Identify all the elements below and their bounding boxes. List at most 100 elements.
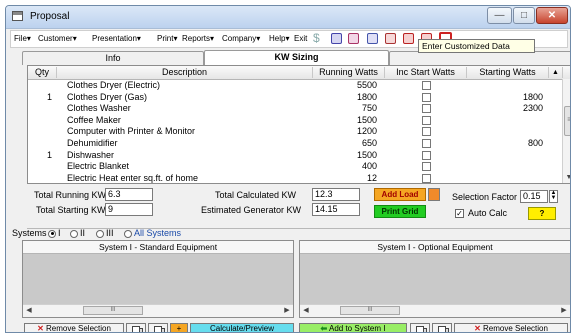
column-header-starting-watts[interactable]: Starting Watts <box>467 67 549 78</box>
inc-start-watts-checkbox[interactable] <box>422 104 431 114</box>
standard-equipment-panel: System I - Standard Equipment ◀ III ▶ <box>22 240 294 318</box>
table-row[interactable]: Clothes Dryer (Electric) 5500 <box>28 80 563 91</box>
column-header-description[interactable]: Description <box>57 67 313 78</box>
radio-icon[interactable] <box>124 229 132 238</box>
qty-cell: 1 <box>46 91 52 102</box>
remove-selection-left-button[interactable]: ✕ Remove Selection <box>24 323 124 332</box>
calculate-preview-button[interactable]: Calculate/Preview <box>190 323 294 332</box>
scroll-down-icon[interactable]: ▼ <box>563 172 570 183</box>
scroll-thumb[interactable]: III <box>83 306 143 315</box>
column-header-running-watts[interactable]: Running Watts <box>313 67 385 78</box>
document-icon[interactable] <box>367 33 378 44</box>
copy-icon[interactable] <box>410 323 430 332</box>
table-row[interactable]: Clothes Washer 750 2300 <box>28 103 563 114</box>
scroll-left-icon[interactable]: ◀ <box>301 305 311 316</box>
menu-file[interactable]: File▾ <box>14 34 31 43</box>
column-header-inc-start-watts[interactable]: Inc Start Watts <box>385 67 467 78</box>
table-row[interactable]: 1 Dishwasher 1500 <box>28 150 563 161</box>
inc-start-watts-checkbox[interactable] <box>422 173 431 183</box>
tab-kw-sizing[interactable]: KW Sizing <box>204 50 389 65</box>
export-icon[interactable] <box>403 33 414 44</box>
running-watts-cell: 5500 <box>356 80 377 90</box>
inc-start-watts-checkbox[interactable] <box>422 81 431 90</box>
menu-presentation[interactable]: Presentation▾ <box>92 34 141 43</box>
description-cell: Clothes Dryer (Electric) <box>67 80 161 90</box>
description-cell: Clothes Dryer (Gas) <box>67 91 148 102</box>
inc-start-watts-checkbox[interactable] <box>422 162 431 172</box>
total-starting-kw-label: Total Starting KW <box>36 205 106 215</box>
copy-icon[interactable] <box>126 323 146 332</box>
all-systems-radio[interactable]: All Systems <box>122 228 181 238</box>
color-swatch-button[interactable] <box>428 188 440 201</box>
menu-exit[interactable]: Exit <box>294 34 307 43</box>
menu-company[interactable]: Company▾ <box>222 34 260 43</box>
column-header-qty[interactable]: Qty <box>28 67 57 78</box>
selection-factor-spinner[interactable]: ▲ ▼ <box>549 190 558 203</box>
table-row[interactable]: Coffee Maker 1500 <box>28 115 563 126</box>
system-radio-i[interactable]: I <box>46 228 61 238</box>
selection-factor-field[interactable]: 0.15 <box>520 190 548 203</box>
add-load-button[interactable]: Add Load <box>374 188 426 201</box>
help-button[interactable]: ? <box>528 207 556 220</box>
running-watts-cell: 650 <box>361 138 377 148</box>
dollar-icon[interactable]: $ <box>313 31 320 45</box>
print-grid-button[interactable]: Print Grid <box>374 205 426 218</box>
proposal-window: Proposal — □ ✕ File▾ Customer▾ Presentat… <box>5 5 571 333</box>
menu-reports[interactable]: Reports▾ <box>182 34 214 43</box>
paste-icon[interactable] <box>148 323 168 332</box>
starting-watts-cell: 1800 <box>522 91 543 102</box>
radio-icon[interactable] <box>96 229 104 238</box>
arrow-left-icon: ⬅ <box>320 324 328 333</box>
description-cell: Electric Heat enter sq.ft. of home <box>67 172 199 183</box>
remove-selection-right-button[interactable]: ✕ Remove Selection <box>454 323 568 333</box>
minimize-button[interactable]: — <box>487 7 512 24</box>
total-calculated-kw-field[interactable]: 12.3 <box>312 188 360 201</box>
table-row[interactable]: Electric Blanket 400 <box>28 161 563 172</box>
optional-horizontal-scrollbar[interactable]: ◀ III ▶ <box>300 304 570 317</box>
running-watts-cell: 400 <box>361 161 377 172</box>
paste-icon[interactable] <box>432 323 452 332</box>
tab-info[interactable]: Info <box>22 51 204 65</box>
menu-customer[interactable]: Customer▾ <box>38 34 77 43</box>
scroll-left-icon[interactable]: ◀ <box>24 305 34 316</box>
tab-other[interactable] <box>389 51 570 65</box>
table-row[interactable]: Dehumidifier 650 800 <box>28 138 563 149</box>
sort-up-icon[interactable]: ▲ <box>549 67 563 78</box>
inc-start-watts-checkbox[interactable] <box>422 115 431 125</box>
grid-vertical-scrollbar[interactable]: ≡ ▼ <box>562 79 570 183</box>
inc-start-watts-checkbox[interactable] <box>422 92 431 102</box>
radio-icon[interactable] <box>70 229 78 238</box>
scroll-right-icon[interactable]: ▶ <box>282 305 292 316</box>
presentation-icon[interactable] <box>331 33 342 44</box>
standard-horizontal-scrollbar[interactable]: ◀ III ▶ <box>23 304 293 317</box>
scroll-thumb[interactable]: ≡ <box>564 106 570 136</box>
report-icon[interactable] <box>348 33 359 44</box>
menu-print[interactable]: Print▾ <box>157 34 177 43</box>
add-to-system-button[interactable]: ⬅ Add to System I <box>299 323 407 333</box>
system-radio-iii[interactable]: III <box>94 228 114 238</box>
scroll-thumb[interactable]: III <box>340 306 400 315</box>
remove-x-icon: ✕ <box>474 324 481 333</box>
pdf-icon[interactable] <box>385 33 396 44</box>
maximize-button[interactable]: □ <box>513 7 535 24</box>
inc-start-watts-checkbox[interactable] <box>422 150 431 160</box>
table-row[interactable]: Electric Heat enter sq.ft. of home 12 <box>28 172 563 183</box>
selection-factor-label: Selection Factor <box>452 192 518 202</box>
estimated-generator-kw-label: Estimated Generator KW <box>201 205 302 215</box>
auto-calc-checkbox[interactable]: ✓ <box>455 209 464 218</box>
system-radio-ii[interactable]: II <box>68 228 85 238</box>
total-starting-kw-field[interactable]: 9 <box>105 203 153 216</box>
table-row[interactable]: Computer with Printer & Monitor 1200 <box>28 126 563 137</box>
inc-start-watts-checkbox[interactable] <box>422 127 431 137</box>
estimated-generator-kw-field[interactable]: 14.15 <box>312 203 360 216</box>
table-row[interactable]: 1 Clothes Dryer (Gas) 1800 1800 <box>28 92 563 103</box>
total-running-kw-field[interactable]: 6.3 <box>105 188 153 201</box>
menu-help[interactable]: Help▾ <box>269 34 289 43</box>
title-bar[interactable]: Proposal — □ ✕ <box>6 6 570 29</box>
qty-cell: 1 <box>46 149 52 160</box>
close-button[interactable]: ✕ <box>536 7 568 24</box>
inc-start-watts-checkbox[interactable] <box>422 139 431 148</box>
radio-selected-icon[interactable] <box>48 229 56 238</box>
plus-button[interactable]: + <box>170 323 188 332</box>
scroll-right-icon[interactable]: ▶ <box>559 305 569 316</box>
